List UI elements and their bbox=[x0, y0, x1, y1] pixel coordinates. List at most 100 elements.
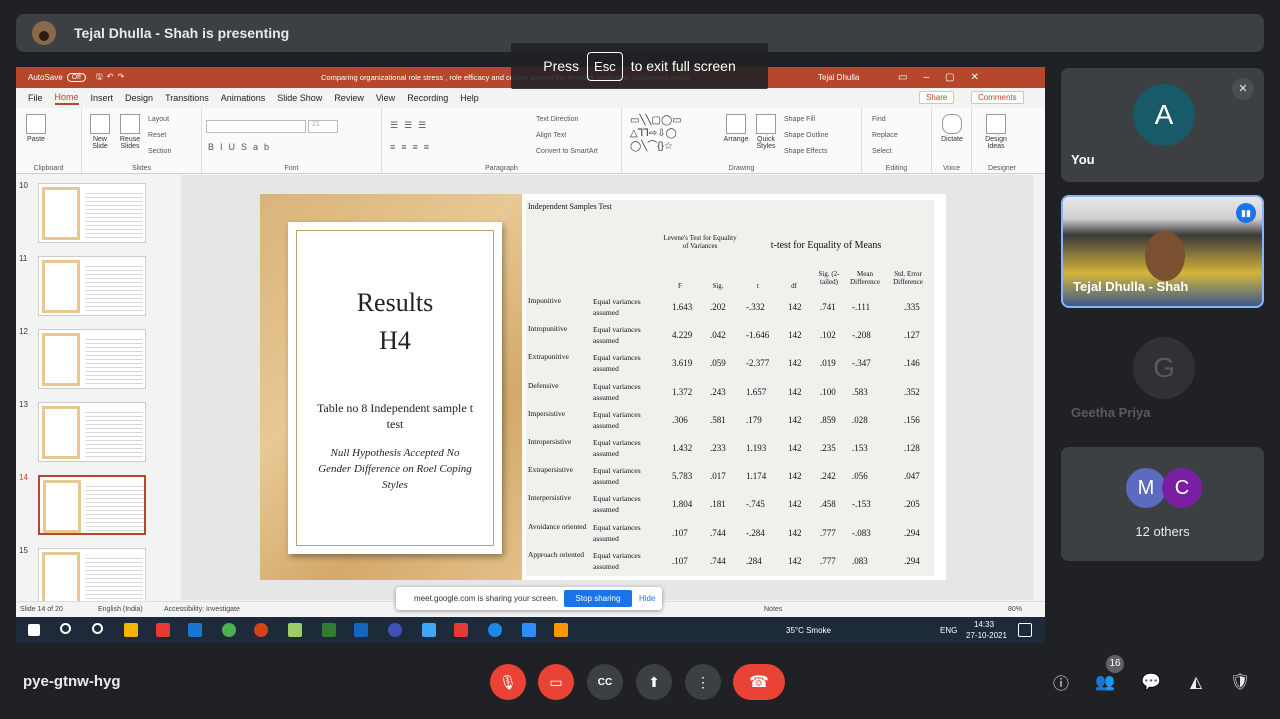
font-format-buttons[interactable]: BIUSab bbox=[208, 142, 275, 152]
tab-insert[interactable]: Insert bbox=[91, 93, 114, 103]
find-button[interactable]: Find bbox=[872, 116, 886, 123]
tab-file[interactable]: File bbox=[28, 93, 43, 103]
dictate-button[interactable]: Dictate bbox=[936, 114, 968, 143]
file-explorer-icon[interactable] bbox=[124, 623, 138, 637]
tab-recording[interactable]: Recording bbox=[407, 93, 448, 103]
convert-smartart-button[interactable]: Convert to SmartArt bbox=[536, 148, 598, 155]
shapes-gallery[interactable]: ▭╲╲▢◯▭ △⅂⅂⇨⇩◯ ◯╲⌒{}☆ bbox=[630, 114, 720, 153]
teamviewer-icon[interactable] bbox=[488, 623, 502, 637]
zoom-icon[interactable] bbox=[522, 623, 536, 637]
clock-date[interactable]: 27-10-2021 bbox=[966, 631, 1007, 640]
tile-presenter[interactable]: ▮▮ Tejal Dhulla - Shah bbox=[1061, 195, 1264, 308]
comments-button[interactable]: Comments bbox=[971, 91, 1024, 104]
powerpoint-icon[interactable] bbox=[254, 623, 268, 637]
slide-thumbnail-15[interactable] bbox=[38, 548, 146, 608]
clock-time[interactable]: 14:33 bbox=[974, 620, 994, 629]
text-direction-button[interactable]: Text Direction bbox=[536, 116, 578, 123]
slide-thumbnail-11[interactable] bbox=[38, 256, 146, 316]
tab-review[interactable]: Review bbox=[334, 93, 364, 103]
pdf-icon[interactable] bbox=[156, 623, 170, 637]
tab-help[interactable]: Help bbox=[460, 93, 479, 103]
align-buttons[interactable]: ≡≡≡≡ bbox=[390, 142, 435, 152]
anydesk-icon[interactable] bbox=[454, 623, 468, 637]
camera-toggle-button[interactable]: ▭ bbox=[538, 664, 574, 700]
slide-thumbnail-14[interactable] bbox=[38, 475, 146, 535]
font-name-box[interactable] bbox=[206, 120, 306, 133]
shape-outline-button[interactable]: Shape Outline bbox=[784, 132, 828, 139]
tab-design[interactable]: Design bbox=[125, 93, 153, 103]
shape-effects-button[interactable]: Shape Effects bbox=[784, 148, 827, 155]
notes-button[interactable]: Notes bbox=[764, 606, 782, 613]
language-indicator[interactable]: ENG bbox=[940, 626, 957, 635]
chrome-icon[interactable] bbox=[222, 623, 236, 637]
arrange-button[interactable]: Arrange bbox=[722, 114, 750, 143]
screen-share-bar: meet.google.com is sharing your screen. … bbox=[396, 587, 662, 610]
paste-icon bbox=[26, 114, 46, 134]
excel-icon[interactable] bbox=[322, 623, 336, 637]
word-icon[interactable] bbox=[354, 623, 368, 637]
slide-thumbnail-10[interactable] bbox=[38, 183, 146, 243]
window-controls[interactable]: ▭–▢✕ bbox=[898, 72, 995, 83]
share-button[interactable]: Share bbox=[919, 91, 955, 104]
user-name[interactable]: Tejal Dhulla bbox=[818, 73, 859, 82]
tab-view[interactable]: View bbox=[376, 93, 395, 103]
reset-button[interactable]: Reset bbox=[148, 132, 166, 139]
zoom-level[interactable]: 80% bbox=[1008, 606, 1022, 613]
tile-you[interactable]: A ✕ You bbox=[1061, 68, 1264, 182]
font-size-box[interactable]: 21 bbox=[308, 120, 338, 133]
reuse-slides-button[interactable]: Reuse Slides bbox=[116, 114, 144, 150]
task-view-icon[interactable] bbox=[92, 623, 103, 634]
slide-thumbnail-13[interactable] bbox=[38, 402, 146, 462]
autosave-toggle[interactable]: Off bbox=[66, 73, 86, 82]
people-icon[interactable]: 👥 bbox=[1093, 670, 1117, 694]
tile-others[interactable]: M C 12 others bbox=[1061, 447, 1264, 561]
slide-thumbnail-12[interactable] bbox=[38, 329, 146, 389]
current-slide[interactable]: Results H4 Table no 8 Independent sample… bbox=[260, 194, 946, 580]
vlc-icon[interactable] bbox=[554, 623, 568, 637]
row-equal-variances: Equal variances assumed bbox=[593, 522, 641, 543]
shape-fill-button[interactable]: Shape Fill bbox=[784, 116, 815, 123]
design-ideas-button[interactable]: Design Ideas bbox=[980, 114, 1012, 150]
activities-icon[interactable]: ◭ bbox=[1184, 670, 1208, 694]
accessibility-status[interactable]: Accessibility: Investigate bbox=[164, 606, 240, 613]
layout-button[interactable]: Layout bbox=[148, 116, 169, 123]
list-buttons[interactable]: ☰☰☰ bbox=[390, 120, 432, 131]
app-icon[interactable] bbox=[288, 623, 302, 637]
outlook-icon[interactable] bbox=[188, 623, 202, 637]
cell-sig: .581 bbox=[710, 414, 726, 425]
notifications-icon[interactable] bbox=[1018, 623, 1032, 637]
tab-home[interactable]: Home bbox=[54, 92, 79, 105]
weather-text[interactable]: 35°C Smoke bbox=[786, 626, 831, 635]
faded-name: Geetha Priya bbox=[1071, 405, 1151, 420]
vpn-icon[interactable] bbox=[422, 623, 436, 637]
tab-slide-show[interactable]: Slide Show bbox=[277, 93, 322, 103]
align-text-button[interactable]: Align Text bbox=[536, 132, 566, 139]
search-icon[interactable] bbox=[60, 623, 71, 634]
cell-sig: .181 bbox=[710, 499, 726, 510]
info-icon[interactable]: ⓘ bbox=[1049, 670, 1073, 694]
tab-animations[interactable]: Animations bbox=[221, 93, 266, 103]
stop-sharing-button[interactable]: Stop sharing bbox=[564, 590, 632, 607]
captions-button[interactable]: CC bbox=[587, 664, 623, 700]
language-status[interactable]: English (India) bbox=[98, 606, 143, 613]
mic-toggle-button[interactable]: 🎙 bbox=[490, 664, 526, 700]
hide-button[interactable]: Hide bbox=[639, 594, 655, 603]
quick-access-icons[interactable]: 🖫↶↷ bbox=[96, 71, 128, 85]
section-button[interactable]: Section bbox=[148, 148, 171, 155]
chat-icon[interactable]: 💬 bbox=[1139, 670, 1163, 694]
new-slide-button[interactable]: New Slide bbox=[86, 114, 114, 150]
quick-styles-button[interactable]: Quick Styles bbox=[752, 114, 780, 150]
sigma-icon[interactable] bbox=[388, 623, 402, 637]
more-options-button[interactable]: ⋮ bbox=[685, 664, 721, 700]
windows-start-icon[interactable] bbox=[28, 624, 40, 636]
present-button[interactable]: ⬆ bbox=[636, 664, 672, 700]
host-controls-icon[interactable]: 🛡 bbox=[1228, 670, 1252, 694]
tab-transitions[interactable]: Transitions bbox=[165, 93, 209, 103]
drawing-group: ▭╲╲▢◯▭ △⅂⅂⇨⇩◯ ◯╲⌒{}☆ Arrange Quick Styles … bbox=[622, 108, 862, 174]
paste-button[interactable]: Paste bbox=[22, 114, 50, 143]
row-name: Impersistive bbox=[528, 408, 566, 418]
end-call-button[interactable]: ☎ bbox=[733, 664, 785, 700]
select-button[interactable]: Select bbox=[872, 148, 891, 155]
table-row: Interpersistive Equal variances assumed 1.… bbox=[526, 491, 934, 519]
replace-button[interactable]: Replace bbox=[872, 132, 898, 139]
